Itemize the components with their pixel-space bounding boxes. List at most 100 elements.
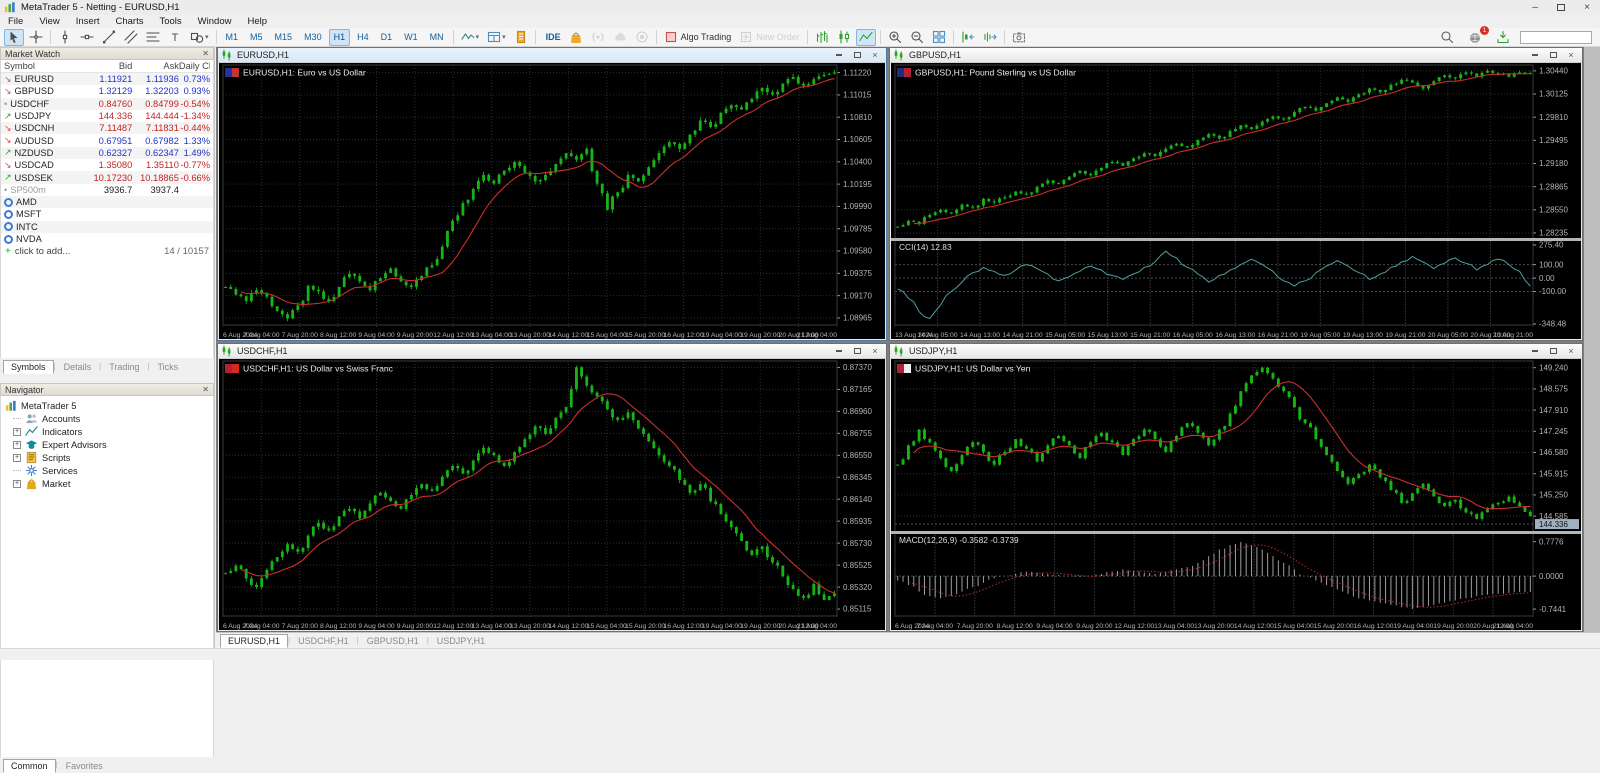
- menu-insert[interactable]: Insert: [68, 16, 108, 27]
- chart-tab-usdjpy-h1[interactable]: USDJPY,H1: [429, 634, 493, 648]
- column-header-bid[interactable]: Bid: [82, 61, 133, 71]
- expand-icon[interactable]: +: [13, 441, 21, 449]
- chart-restore-button[interactable]: [1545, 49, 1561, 61]
- chart-close-button[interactable]: ×: [1563, 345, 1579, 357]
- navigator-close-icon[interactable]: ✕: [202, 385, 209, 394]
- market-watch-row[interactable]: ↘GBPUSD1.321291.322030.93%: [1, 85, 213, 97]
- chart-minimize-button[interactable]: [831, 345, 847, 357]
- text-tool-button[interactable]: T: [165, 29, 185, 46]
- shapes-tool-button[interactable]: ▾: [187, 29, 212, 46]
- channel-tool-button[interactable]: [121, 29, 141, 46]
- chart-close-button[interactable]: ×: [1563, 49, 1579, 61]
- auto-scroll-button[interactable]: [980, 29, 1000, 46]
- market-watch-row[interactable]: ↘EURUSD1.119211.119360.73%: [1, 73, 213, 85]
- zoom-out-button[interactable]: [907, 29, 927, 46]
- timeframe-mn-button[interactable]: MN: [425, 29, 449, 46]
- navigator-item-expert-advisors[interactable]: +Expert Advisors: [5, 438, 213, 451]
- maximize-button[interactable]: [1548, 0, 1574, 15]
- timeframe-m1-button[interactable]: M1: [221, 29, 244, 46]
- market-watch-row[interactable]: AMD: [1, 196, 213, 208]
- column-header-symbol[interactable]: Symbol: [4, 61, 82, 71]
- toolbar-search-button[interactable]: [1437, 29, 1457, 46]
- market-watch-row[interactable]: ↗USDSEK10.1723010.18865-0.66%: [1, 171, 213, 183]
- fibonacci-tool-button[interactable]: [143, 29, 163, 46]
- new-order-button[interactable]: New Order: [736, 29, 803, 46]
- market-watch-close-icon[interactable]: ✕: [202, 49, 209, 58]
- cursor-tool-button[interactable]: [4, 29, 24, 46]
- column-header-dailych[interactable]: Daily Ch...: [179, 61, 210, 71]
- chart-canvas[interactable]: 1.304401.301251.298101.294951.291801.288…: [891, 63, 1581, 339]
- workspace-scrollbar[interactable]: [1584, 47, 1600, 632]
- crosshair-tool-button[interactable]: [26, 29, 46, 46]
- chart-close-button[interactable]: ×: [867, 345, 883, 357]
- chart-minimize-button[interactable]: [831, 49, 847, 61]
- chart-restore-button[interactable]: [1545, 345, 1561, 357]
- chart-close-button[interactable]: ×: [867, 49, 883, 61]
- close-button[interactable]: ×: [1574, 0, 1600, 15]
- menu-tools[interactable]: Tools: [151, 16, 189, 27]
- timeframe-h1-button[interactable]: H1: [329, 29, 351, 46]
- chart-restore-button[interactable]: [849, 345, 865, 357]
- chart-canvas[interactable]: 0.873700.871650.869600.867550.865500.863…: [219, 359, 885, 630]
- timeframe-h4-button[interactable]: H4: [352, 29, 374, 46]
- menu-help[interactable]: Help: [239, 16, 275, 27]
- timeframe-m30-button[interactable]: M30: [299, 29, 327, 46]
- menu-view[interactable]: View: [31, 16, 67, 27]
- market-watch-row[interactable]: ↗USDJPY144.336144.444-1.34%: [1, 110, 213, 122]
- chart-window-titlebar[interactable]: USDJPY,H1×: [890, 344, 1582, 359]
- menu-file[interactable]: File: [0, 16, 31, 27]
- pane-separator[interactable]: [891, 238, 1581, 241]
- chart-canvas[interactable]: 1.112201.110151.108101.106051.104001.101…: [219, 63, 885, 339]
- menu-charts[interactable]: Charts: [108, 16, 152, 27]
- market-watch-row[interactable]: •SP500m3936.73937.4: [1, 184, 213, 196]
- community-button[interactable]: [632, 29, 652, 46]
- market-watch-row[interactable]: ↘USDCAD1.350801.35110-0.77%: [1, 159, 213, 171]
- tab-common[interactable]: Common: [3, 759, 56, 773]
- mql5-updates-button[interactable]: [1493, 29, 1513, 46]
- vps-cloud-button[interactable]: [610, 29, 630, 46]
- market-watch-row[interactable]: ↘AUDUSD0.679510.679821.33%: [1, 134, 213, 146]
- tab-ticks[interactable]: Ticks: [149, 360, 186, 374]
- market-watch-row[interactable]: INTC: [1, 221, 213, 233]
- signals-button[interactable]: [588, 29, 608, 46]
- tab-favorites[interactable]: Favorites: [58, 759, 111, 773]
- market-watch-row[interactable]: •USDCHF0.847600.84799-0.54%: [1, 98, 213, 110]
- market-watch-row[interactable]: ↗NZDUSD0.623270.623471.49%: [1, 147, 213, 159]
- screenshot-button[interactable]: [1009, 29, 1029, 46]
- trendline-tool-button[interactable]: [99, 29, 119, 46]
- expand-icon[interactable]: +: [13, 454, 21, 462]
- chart-tab-usdchf-h1[interactable]: USDCHF,H1: [290, 634, 357, 648]
- shift-end-button[interactable]: [958, 29, 978, 46]
- algo-trading-button[interactable]: Algo Trading: [661, 29, 735, 46]
- bar-chart-mode-button[interactable]: [812, 29, 832, 46]
- line-chart-mode-button[interactable]: [856, 29, 876, 46]
- search-input[interactable]: [1520, 31, 1592, 44]
- chart-restore-button[interactable]: [849, 49, 865, 61]
- expand-icon[interactable]: +: [13, 480, 21, 488]
- notifications-button[interactable]: 1: [1465, 29, 1485, 46]
- chart-window-titlebar[interactable]: EURUSD,H1×: [218, 48, 886, 63]
- metaeditor-ide-button[interactable]: IDE: [540, 29, 564, 46]
- navigator-item-services[interactable]: Services: [5, 464, 213, 477]
- add-symbol-row[interactable]: +click to add...14 / 10157: [1, 245, 213, 258]
- depth-of-market-button[interactable]: [511, 29, 531, 46]
- chart-tab-eurusd-h1[interactable]: EURUSD,H1: [220, 634, 288, 648]
- chart-minimize-button[interactable]: [1527, 345, 1543, 357]
- tile-windows-button[interactable]: [929, 29, 949, 46]
- chart-minimize-button[interactable]: [1527, 49, 1543, 61]
- pane-separator[interactable]: [891, 531, 1581, 534]
- market-watch-row[interactable]: ↘USDCNH7.114877.11831-0.44%: [1, 122, 213, 134]
- navigator-item-indicators[interactable]: +Indicators: [5, 425, 213, 438]
- horizontal-line-tool-button[interactable]: [77, 29, 97, 46]
- tab-symbols[interactable]: Symbols: [3, 360, 54, 374]
- market-watch-row[interactable]: NVDA: [1, 233, 213, 245]
- navigator-root-item[interactable]: MetaTrader 5: [5, 399, 213, 412]
- market-store-button[interactable]: [566, 29, 586, 46]
- column-header-ask[interactable]: Ask: [132, 61, 179, 71]
- tab-details[interactable]: Details: [56, 360, 100, 374]
- market-watch-row[interactable]: MSFT: [1, 208, 213, 220]
- navigator-item-accounts[interactable]: Accounts: [5, 412, 213, 425]
- zoom-in-button[interactable]: [885, 29, 905, 46]
- minimize-button[interactable]: –: [1522, 0, 1548, 15]
- window-layout-button[interactable]: ▾: [484, 29, 509, 46]
